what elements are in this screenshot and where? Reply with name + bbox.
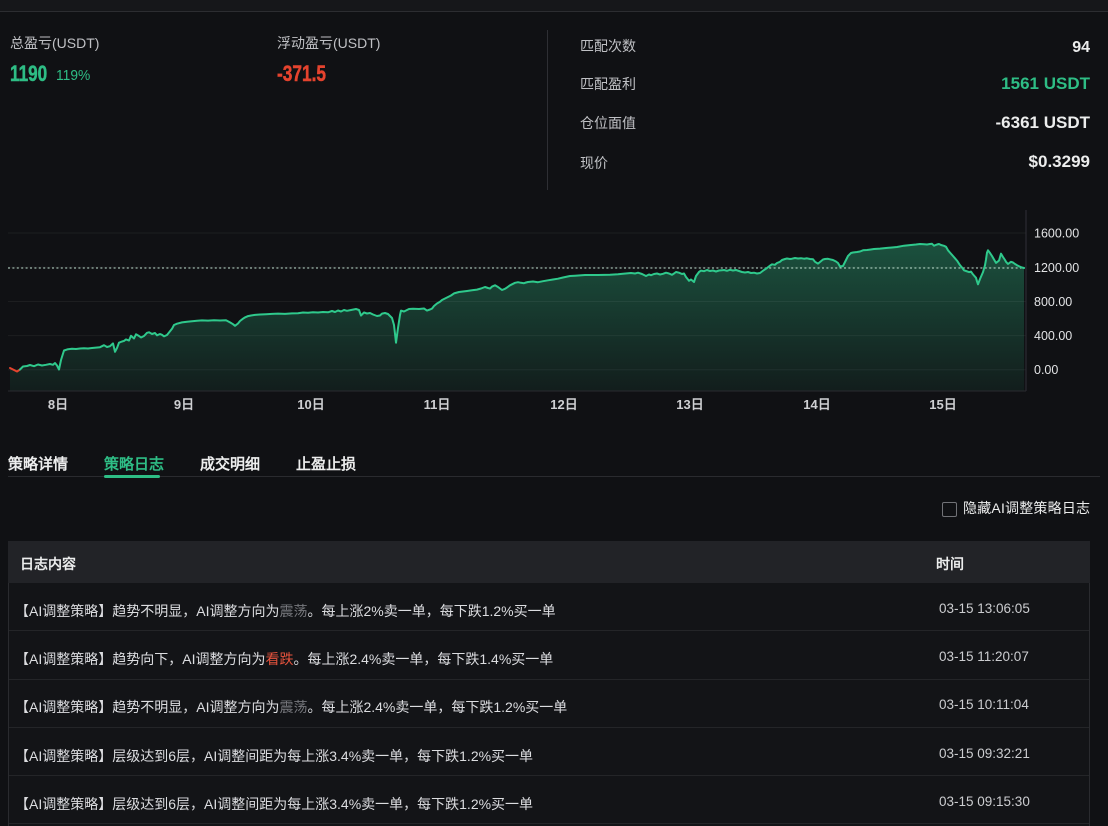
svg-text:400.00: 400.00 [1034, 329, 1072, 343]
svg-text:1200.00: 1200.00 [1034, 261, 1079, 275]
svg-text:11日: 11日 [424, 397, 451, 412]
svg-text:1600.00: 1600.00 [1034, 227, 1079, 241]
svg-text:13日: 13日 [676, 397, 703, 412]
svg-text:9日: 9日 [174, 397, 194, 412]
svg-text:0.00: 0.00 [1034, 363, 1058, 377]
svg-text:12日: 12日 [550, 397, 577, 412]
svg-text:15日: 15日 [929, 397, 956, 412]
svg-text:10日: 10日 [297, 397, 324, 412]
svg-text:800.00: 800.00 [1034, 295, 1072, 309]
svg-text:8日: 8日 [48, 397, 68, 412]
svg-text:14日: 14日 [803, 397, 830, 412]
